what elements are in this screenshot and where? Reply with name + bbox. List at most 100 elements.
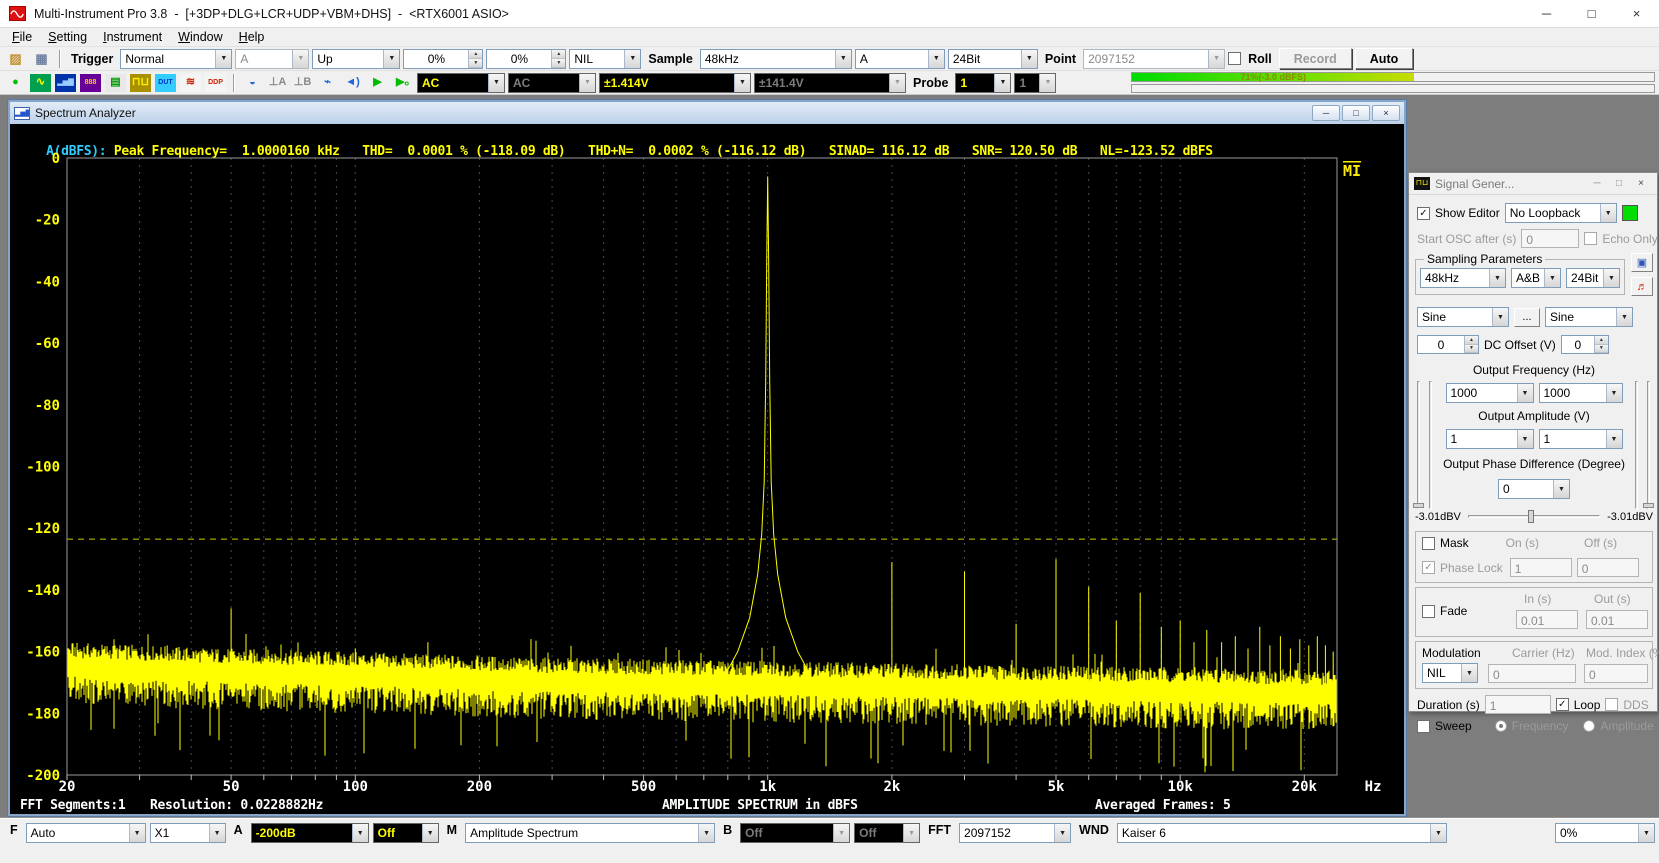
oscilloscope-icon[interactable]: ∿ xyxy=(29,73,52,93)
record-button[interactable]: Record xyxy=(1279,48,1352,69)
score-icon[interactable]: ♬ xyxy=(1631,277,1653,296)
range-b-select[interactable]: ±141.4V▼ xyxy=(754,73,906,93)
frequency-axis-select[interactable]: Auto▼ xyxy=(26,823,146,843)
phase-lock-checkbox[interactable] xyxy=(1422,561,1435,574)
window-function-select[interactable]: Kaiser 6▼ xyxy=(1117,823,1447,843)
generator-rate-select[interactable]: 48kHz▼ xyxy=(1420,268,1506,288)
zoom-select[interactable]: X1▼ xyxy=(150,823,226,843)
amplitude-b-select[interactable]: 1▼ xyxy=(1539,429,1623,449)
spectrum-analyzer-icon[interactable]: ▂▅▇ xyxy=(54,73,77,93)
generator-maximize-icon[interactable]: □ xyxy=(1608,178,1630,189)
range-a-select[interactable]: ±1.414V▼ xyxy=(599,73,751,93)
mod-index-field[interactable] xyxy=(1584,664,1648,683)
menu-item-instrument[interactable]: Instrument xyxy=(95,28,170,46)
sweep-amplitude-radio[interactable] xyxy=(1583,720,1595,732)
spectrum-close-icon[interactable]: × xyxy=(1372,105,1400,121)
loopback-select[interactable]: No Loopback▼ xyxy=(1505,203,1617,223)
ground-b-icon[interactable]: ⊥B xyxy=(291,73,314,93)
more-waveform-button[interactable]: ... xyxy=(1514,308,1540,327)
coupling-b-select[interactable]: AC▼ xyxy=(508,73,596,93)
menu-item-window[interactable]: Window xyxy=(170,28,230,46)
play-loop-icon[interactable]: ▶ₒ xyxy=(391,73,414,93)
sample-channel-select[interactable]: A▼ xyxy=(855,49,945,69)
duration-field[interactable] xyxy=(1485,695,1551,714)
run-icon[interactable]: ● xyxy=(4,73,27,93)
carrier-field[interactable] xyxy=(1488,664,1576,683)
trigger-level-stepper[interactable]: 0%▲▼ xyxy=(403,49,483,69)
trigger-source-select[interactable]: A▼ xyxy=(235,49,309,69)
fade-out-field[interactable] xyxy=(1586,610,1648,629)
ddp-viewer-icon[interactable]: DDP xyxy=(204,73,227,93)
generator-close-icon[interactable]: × xyxy=(1630,178,1652,189)
balance-slider[interactable] xyxy=(1466,509,1602,524)
play-icon[interactable]: ▶ xyxy=(366,73,389,93)
generator-bits-select[interactable]: 24Bit▼ xyxy=(1566,268,1620,288)
mask-checkbox[interactable] xyxy=(1422,537,1435,550)
fft-size-select[interactable]: 2097152▼ xyxy=(959,823,1071,843)
frequency-b-select[interactable]: 1000▼ xyxy=(1539,383,1623,403)
overlap-select[interactable]: 0%▼ xyxy=(1555,823,1655,843)
frequency-a-select[interactable]: 1000▼ xyxy=(1446,383,1534,403)
fade-in-field[interactable] xyxy=(1516,610,1578,629)
sample-bits-select[interactable]: 24Bit▼ xyxy=(948,49,1038,69)
trigger-hpf-select[interactable]: NIL▼ xyxy=(569,49,641,69)
fader-a-handle[interactable] xyxy=(1413,503,1424,508)
measurement-type-select[interactable]: Amplitude Spectrum▼ xyxy=(465,823,715,843)
start-osc-field[interactable] xyxy=(1521,229,1579,248)
spectrum-minimize-icon[interactable]: ─ xyxy=(1312,105,1340,121)
dds-checkbox[interactable] xyxy=(1605,698,1618,711)
minimize-icon[interactable]: ─ xyxy=(1524,0,1569,28)
generator-titlebar[interactable]: ⊓⊔ Signal Gener... ─ □ × xyxy=(1409,173,1657,195)
fader-b-handle[interactable] xyxy=(1643,503,1654,508)
mask-on-field[interactable] xyxy=(1510,558,1572,577)
probe-icon[interactable]: ⌁ xyxy=(316,73,339,93)
spectrum-maximize-icon[interactable]: □ xyxy=(1342,105,1370,121)
generator-run-button[interactable] xyxy=(1622,205,1638,221)
sweep-frequency-radio[interactable] xyxy=(1495,720,1507,732)
show-editor-checkbox[interactable] xyxy=(1417,207,1430,220)
menu-item-file[interactable]: File xyxy=(4,28,40,46)
waveform-b-select[interactable]: Sine▼ xyxy=(1545,307,1633,327)
dc-offset-b-stepper[interactable]: 0▲▼ xyxy=(1561,335,1609,354)
save-wave-icon[interactable]: ▣ xyxy=(1631,253,1653,272)
spectrum-window-titlebar[interactable]: ▂▅▇ Spectrum Analyzer ─ □ × xyxy=(10,102,1404,124)
maximize-icon[interactable]: □ xyxy=(1569,0,1614,28)
amplitude-a-select[interactable]: 1▼ xyxy=(1446,429,1534,449)
phase-select[interactable]: 0▼ xyxy=(1498,479,1570,499)
point-select[interactable]: 2097152▼ xyxy=(1083,49,1225,69)
menu-item-setting[interactable]: Setting xyxy=(40,28,95,46)
close-icon[interactable]: × xyxy=(1614,0,1659,28)
coupling-a-select[interactable]: AC▼ xyxy=(417,73,505,93)
generator-channels-select[interactable]: A&B▼ xyxy=(1511,268,1561,288)
trigger-delay-stepper[interactable]: 0%▲▼ xyxy=(486,49,566,69)
spectrum-3d-icon[interactable]: ≋ xyxy=(179,73,202,93)
b-mode-select[interactable]: Off▼ xyxy=(854,823,920,843)
trigger-mode-select[interactable]: Normal▼ xyxy=(120,49,232,69)
sweep-checkbox[interactable] xyxy=(1417,720,1430,733)
generator-minimize-icon[interactable]: ─ xyxy=(1586,178,1608,189)
open-icon[interactable]: ▨ xyxy=(4,49,27,69)
data-logger-icon[interactable]: ▤ xyxy=(104,73,127,93)
signal-generator-icon[interactable]: ⊓⊔ xyxy=(129,73,152,93)
roll-checkbox[interactable] xyxy=(1228,52,1241,65)
a-mode-select[interactable]: Off▼ xyxy=(373,823,439,843)
waveform-a-select[interactable]: Sine▼ xyxy=(1417,307,1509,327)
save-icon[interactable]: ▦ xyxy=(30,49,53,69)
device-test-plan-icon[interactable]: DUT xyxy=(154,73,177,93)
b-range-select[interactable]: Off▼ xyxy=(740,823,850,843)
loop-checkbox[interactable] xyxy=(1556,698,1569,711)
balance-slider-handle[interactable] xyxy=(1528,510,1534,523)
probe-b-select[interactable]: 1▼ xyxy=(1014,73,1056,93)
sample-rate-select[interactable]: 48kHz▼ xyxy=(700,49,852,69)
auto-button[interactable]: Auto xyxy=(1355,48,1413,69)
speaker-icon[interactable]: ◄) xyxy=(341,73,364,93)
modulation-select[interactable]: NIL▼ xyxy=(1422,663,1478,683)
echo-only-checkbox[interactable] xyxy=(1584,232,1597,245)
menu-item-help[interactable]: Help xyxy=(231,28,273,46)
spectrum-plot[interactable]: 0-20-40-60-80-100-120-140-160-180-200205… xyxy=(10,150,1404,798)
calibration-icon[interactable]: ◒ xyxy=(241,73,264,93)
dc-offset-a-stepper[interactable]: 0▲▼ xyxy=(1417,335,1479,354)
a-range-select[interactable]: -200dB▼ xyxy=(251,823,369,843)
multimeter-icon[interactable]: 888 xyxy=(79,73,102,93)
trigger-edge-select[interactable]: Up▼ xyxy=(312,49,400,69)
